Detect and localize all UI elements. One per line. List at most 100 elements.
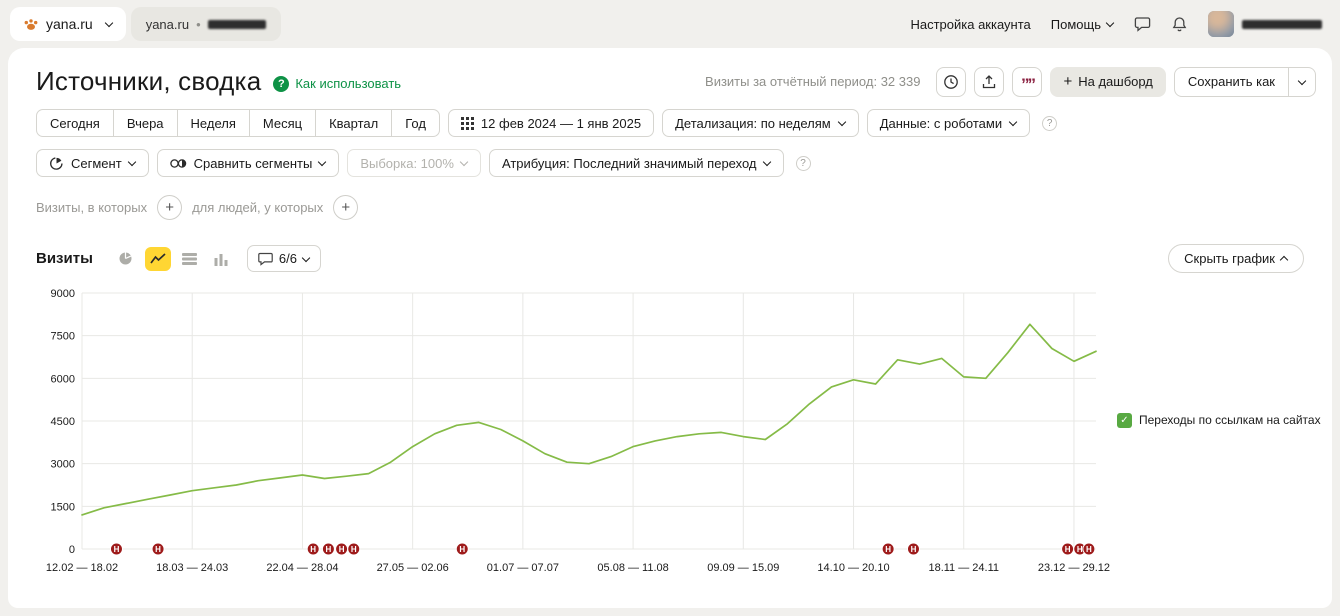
sampling-label: Выборка: 100% <box>360 156 454 171</box>
y-tick-label: 4500 <box>51 416 75 428</box>
history-button[interactable] <box>936 67 966 97</box>
period-button[interactable]: Квартал <box>315 109 392 137</box>
x-tick-label: 22.04 — 28.04 <box>266 562 338 574</box>
counter-tab-site: yana.ru <box>146 17 189 32</box>
header-actions: Визиты за отчётный период: 32 339 ”” + Н… <box>705 67 1316 97</box>
counter-selector[interactable]: yana.ru <box>10 7 126 41</box>
period-button[interactable]: Вчера <box>113 109 178 137</box>
chevron-down-icon <box>127 158 135 166</box>
hide-chart-button[interactable]: Скрыть график <box>1168 244 1304 273</box>
quotes-button[interactable]: ”” <box>1012 67 1042 97</box>
compare-segments-icon <box>170 157 187 170</box>
report-header: Источники, сводка ? Как использовать Виз… <box>36 48 1316 97</box>
help-menu[interactable]: Помощь <box>1051 17 1114 32</box>
note-marker-label: Н <box>310 545 316 554</box>
x-tick-label: 18.03 — 24.03 <box>156 562 228 574</box>
y-tick-label: 9000 <box>51 288 75 300</box>
period-button-group: СегодняВчераНеделяМесяцКварталГод <box>36 109 440 137</box>
people-condition-label: для людей, у которых <box>192 200 323 215</box>
redacted-user-name <box>1242 20 1322 29</box>
save-as-dropdown-button[interactable] <box>1289 67 1316 97</box>
x-tick-label: 12.02 — 18.02 <box>46 562 118 574</box>
chart-type-line-button[interactable] <box>145 247 171 271</box>
period-button[interactable]: Месяц <box>249 109 316 137</box>
bullet-separator: • <box>196 17 201 32</box>
user-menu[interactable] <box>1208 11 1322 37</box>
help-menu-label: Помощь <box>1051 17 1101 32</box>
x-tick-label: 09.09 — 15.09 <box>707 562 779 574</box>
calendar-grid-icon <box>461 117 474 130</box>
x-tick-label: 05.08 — 11.08 <box>597 562 668 574</box>
y-tick-label: 1500 <box>51 501 75 513</box>
comments-count: 6/6 <box>279 251 297 266</box>
y-tick-label: 7500 <box>51 331 75 343</box>
legend-label: Переходы по ссылкам на сайтах <box>1139 413 1321 427</box>
chart-type-pie-button[interactable] <box>113 247 139 271</box>
add-visit-condition-button[interactable]: + <box>157 195 182 220</box>
detail-select[interactable]: Детализация: по неделям <box>662 109 859 137</box>
x-tick-label: 18.11 — 24.11 <box>928 562 999 574</box>
chevron-down-icon <box>104 19 112 27</box>
x-tick-label: 27.05 — 02.06 <box>377 562 449 574</box>
note-marker-label: Н <box>351 545 357 554</box>
comments-button[interactable]: 6/6 <box>247 245 321 272</box>
attribution-select[interactable]: Атрибуция: Последний значимый переход <box>489 149 784 177</box>
chart-type-stacked-button[interactable] <box>177 247 203 271</box>
x-tick-label: 23.12 — 29.12 <box>1038 562 1110 574</box>
chevron-down-icon <box>1298 76 1306 84</box>
data-mode-select[interactable]: Данные: с роботами <box>867 109 1030 137</box>
chat-icon[interactable] <box>1134 16 1151 32</box>
line-chart-icon <box>150 252 166 266</box>
note-marker-label: Н <box>1065 545 1071 554</box>
chart-type-switcher <box>113 247 235 271</box>
note-marker-label: Н <box>326 545 332 554</box>
detail-label: Детализация: по неделям <box>675 116 831 131</box>
topbar-right: Настройка аккаунта Помощь <box>910 11 1322 37</box>
export-button[interactable] <box>974 67 1004 97</box>
note-marker-label: Н <box>339 545 345 554</box>
bell-icon[interactable] <box>1171 16 1188 33</box>
x-tick-label: 01.07 — 07.07 <box>487 562 559 574</box>
redacted-counter-name <box>208 20 266 29</box>
add-people-condition-button[interactable]: + <box>333 195 358 220</box>
period-button[interactable]: Неделя <box>177 109 250 137</box>
help-icon[interactable]: ? <box>1042 116 1057 131</box>
report-card: Источники, сводка ? Как использовать Виз… <box>8 48 1332 608</box>
chart-header: Визиты <box>36 244 1316 273</box>
how-to-use-link[interactable]: Как использовать <box>295 76 401 91</box>
counter-tab[interactable]: yana.ru • <box>131 7 281 41</box>
compare-segments-button[interactable]: Сравнить сегменты <box>157 149 340 177</box>
add-to-dashboard-button[interactable]: + На дашборд <box>1050 67 1165 97</box>
chevron-down-icon <box>1009 118 1017 126</box>
data-mode-label: Данные: с роботами <box>880 116 1002 131</box>
legend-checkbox[interactable]: ✓ <box>1117 413 1132 428</box>
visits-period-label: Визиты за отчётный период: <box>705 74 877 89</box>
conditions-row: Визиты, в которых + для людей, у которых… <box>36 195 1316 220</box>
visits-chart[interactable]: 015003000450060007500900012.02 — 18.0218… <box>36 283 1111 579</box>
chevron-down-icon <box>318 158 326 166</box>
segment-button[interactable]: Сегмент <box>36 149 149 177</box>
account-settings-link[interactable]: Настройка аккаунта <box>910 17 1030 32</box>
add-to-dashboard-label: На дашборд <box>1078 74 1153 89</box>
sampling-select[interactable]: Выборка: 100% <box>347 149 481 177</box>
save-as-button[interactable]: Сохранить как <box>1174 67 1289 97</box>
y-tick-label: 0 <box>69 544 75 556</box>
note-marker-label: Н <box>155 545 161 554</box>
period-button[interactable]: Сегодня <box>36 109 114 137</box>
chart-type-columns-button[interactable] <box>209 247 235 271</box>
avatar <box>1208 11 1234 37</box>
date-range-button[interactable]: 12 фев 2024 — 1 янв 2025 <box>448 109 654 137</box>
period-filters-row: СегодняВчераНеделяМесяцКварталГод 12 фев… <box>36 109 1316 137</box>
clock-icon <box>943 74 959 90</box>
counter-label: yana.ru <box>46 16 93 32</box>
series-line[interactable] <box>82 324 1096 515</box>
attribution-label: Атрибуция: Последний значимый переход <box>502 156 757 171</box>
chevron-down-icon <box>837 118 845 126</box>
chevron-down-icon <box>762 158 770 166</box>
help-icon[interactable]: ? <box>796 156 811 171</box>
segment-pie-icon <box>49 156 64 171</box>
date-range-label: 12 фев 2024 — 1 янв 2025 <box>481 116 641 131</box>
period-button[interactable]: Год <box>391 109 440 137</box>
y-tick-label: 6000 <box>51 373 75 385</box>
x-tick-label: 14.10 — 20.10 <box>817 562 889 574</box>
